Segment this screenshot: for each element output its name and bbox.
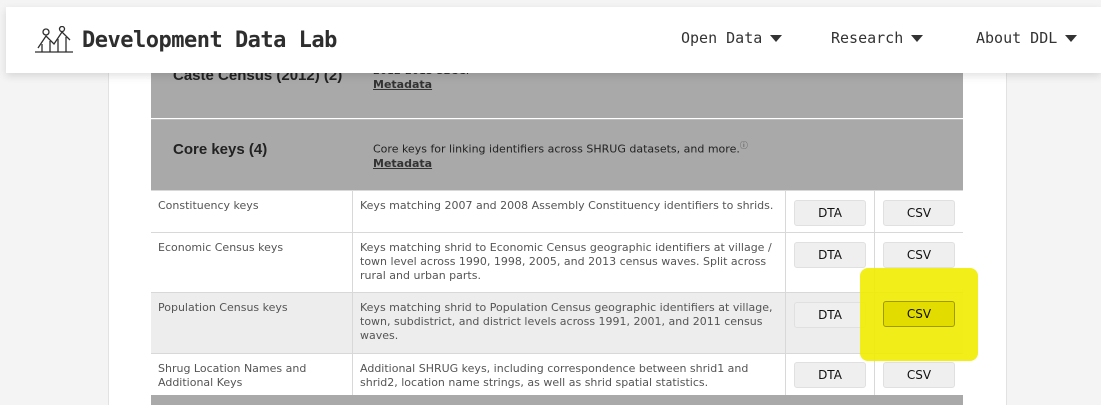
nav-research[interactable]: Research (831, 29, 924, 47)
dataset-description: Keys matching shrid to Population Census… (353, 293, 786, 353)
info-icon[interactable]: ⓘ (740, 141, 748, 150)
ddl-logo-icon (35, 26, 73, 53)
category-desc-text: Core keys for linking identifiers across… (373, 142, 740, 156)
dataset-description: Keys matching shrid to Economic Census g… (353, 233, 786, 292)
dta-download-button[interactable]: DTA (794, 200, 866, 226)
category-core-keys: Core keys (4) Core keys for linking iden… (151, 119, 963, 190)
brand[interactable]: Development Data Lab (34, 26, 337, 54)
table-row: Constituency keys Keys matching 2007 and… (151, 190, 963, 232)
dta-download-button[interactable]: DTA (794, 362, 866, 388)
nav-label: About DDL (976, 29, 1058, 47)
category-description: Core keys for linking identifiers across… (373, 139, 748, 171)
csv-download-button[interactable]: CSV (883, 301, 955, 327)
dataset-description: Keys matching 2007 and 2008 Assembly Con… (353, 191, 786, 232)
caret-down-icon (911, 34, 924, 42)
dta-download-button[interactable]: DTA (794, 302, 866, 328)
nav-about[interactable]: About DDL (976, 29, 1078, 47)
csv-download-button[interactable]: CSV (883, 362, 955, 388)
table-row: Shrug Location Names and Additional Keys… (151, 353, 963, 395)
nav-label: Open Data (681, 29, 763, 47)
dataset-name: Population Census keys (151, 293, 353, 353)
dta-cell: DTA (786, 191, 875, 232)
dataset-name: Economic Census keys (151, 233, 353, 292)
dataset-name: Shrug Location Names and Additional Keys (151, 354, 353, 395)
metadata-link[interactable]: Metadata (373, 78, 469, 92)
caret-down-icon (1065, 34, 1078, 42)
csv-download-button[interactable]: CSV (883, 242, 955, 268)
table-row: Economic Census keys Keys matching shrid… (151, 232, 963, 292)
dta-cell: DTA (786, 354, 875, 395)
csv-cell: CSV (875, 191, 963, 232)
nav-open-data[interactable]: Open Data (681, 29, 783, 47)
dataset-description: Additional SHRUG keys, including corresp… (353, 354, 786, 395)
table-row: Population Census keys Keys matching shr… (151, 292, 963, 353)
csv-download-button[interactable]: CSV (883, 200, 955, 226)
caret-down-icon (770, 34, 783, 42)
next-category-band (151, 395, 963, 405)
brand-name: Development Data Lab (82, 27, 337, 53)
dataset-name: Constituency keys (151, 191, 353, 232)
page: Caste Census (2012) (2) 2012-2013 SECC. … (0, 0, 1101, 405)
nav-label: Research (831, 29, 904, 47)
dta-download-button[interactable]: DTA (794, 242, 866, 268)
category-title: Core keys (4) (173, 141, 268, 158)
top-navbar: Development Data Lab Open Data Research … (6, 7, 1101, 73)
metadata-link[interactable]: Metadata (373, 157, 748, 171)
